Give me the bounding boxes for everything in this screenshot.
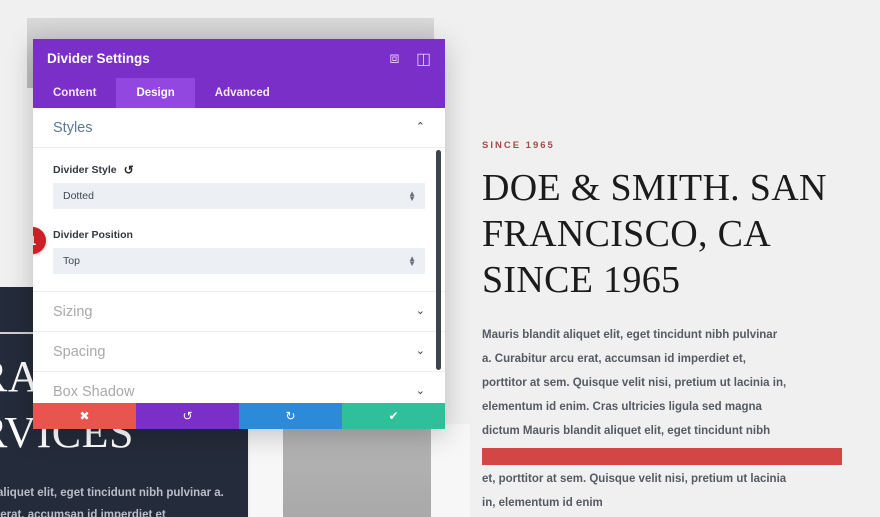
redo-button[interactable]: ↻	[239, 403, 342, 429]
modal-title: Divider Settings	[47, 51, 150, 66]
chevron-down-icon: ⌄	[415, 305, 425, 317]
divider-position-select[interactable]: Top ▲ ▼	[53, 248, 425, 274]
tab-advanced[interactable]: Advanced	[195, 78, 290, 108]
divider-style-select[interactable]: Dotted ▲ ▼	[53, 183, 425, 209]
tab-content[interactable]: Content	[33, 78, 116, 108]
divider-style-label-text: Divider Style	[53, 164, 117, 176]
section-sizing[interactable]: Sizing ⌄	[33, 292, 445, 332]
chevron-up-icon: ⌃	[415, 121, 425, 133]
cancel-button[interactable]: ✖	[33, 403, 136, 429]
modal-header: Divider Settings ⧈ ◫	[33, 39, 445, 78]
dark-body-line-2: u erat, accumsan id imperdiet et	[0, 509, 166, 517]
field-divider-position: Divider Position Top ▲ ▼	[33, 213, 445, 278]
stepper-arrows-icon: ▲ ▼	[408, 189, 416, 203]
eyebrow-text: SINCE 1965	[482, 140, 555, 151]
divider-settings-modal: Divider Settings ⧈ ◫ Content Design Adva…	[33, 39, 445, 429]
modal-tabs: Content Design Advanced	[33, 78, 445, 108]
chevron-down-icon: ⌄	[415, 345, 425, 357]
divider-style-label: Divider Style ↺	[53, 164, 425, 176]
section-spacing[interactable]: Spacing ⌄	[33, 332, 445, 372]
field-divider-style: 1 Divider Style ↺ Dotted ▲▼	[33, 148, 445, 254]
section-sizing-label: Sizing	[53, 303, 93, 320]
modal-body: Styles ⌃ 1 Divider Style ↺ Dotted ▲▼ Div…	[33, 108, 445, 403]
red-divider-bar	[482, 448, 842, 465]
focus-icon[interactable]: ⧈	[387, 50, 402, 67]
modal-header-actions: ⧈ ◫	[387, 50, 431, 68]
page-title: DOE & SMITH. SAN FRANCISCO, CA SINCE 196…	[482, 167, 827, 301]
save-button[interactable]: ✔	[342, 403, 445, 429]
section-styles-label: Styles	[53, 119, 93, 136]
layout-panel-icon[interactable]: ◫	[416, 51, 431, 68]
modal-footer: ✖ ↺ ↻ ✔	[33, 403, 445, 429]
tab-design[interactable]: Design	[116, 78, 195, 108]
divider-style-value: Dotted	[63, 190, 94, 202]
undo-button[interactable]: ↺	[136, 403, 239, 429]
divider-position-label: Divider Position	[53, 229, 425, 241]
divider-position-label-text: Divider Position	[53, 229, 133, 241]
divider-position-value: Top	[63, 255, 80, 267]
screen: RA RVICES t aliquet elit, eget tincidunt…	[0, 0, 880, 517]
stepper-arrows-icon: ▲ ▼	[408, 254, 416, 268]
section-styles[interactable]: Styles ⌃	[33, 108, 445, 148]
dark-body-line-1: t aliquet elit, eget tincidunt nibh pulv…	[0, 487, 224, 499]
section-box-shadow-label: Box Shadow	[53, 383, 135, 400]
section-spacing-label: Spacing	[53, 343, 106, 360]
chevron-down-icon: ⌄	[415, 385, 425, 397]
modal-scrollbar[interactable]	[436, 150, 441, 370]
reset-icon[interactable]: ↺	[124, 164, 134, 176]
body-paragraph: Mauris blandit aliquet elit, eget tincid…	[482, 329, 787, 509]
section-box-shadow[interactable]: Box Shadow ⌄	[33, 372, 445, 403]
background-image-bottom	[283, 424, 431, 517]
dark-section-body: t aliquet elit, eget tincidunt nibh pulv…	[0, 482, 248, 517]
section-divider	[33, 278, 445, 292]
